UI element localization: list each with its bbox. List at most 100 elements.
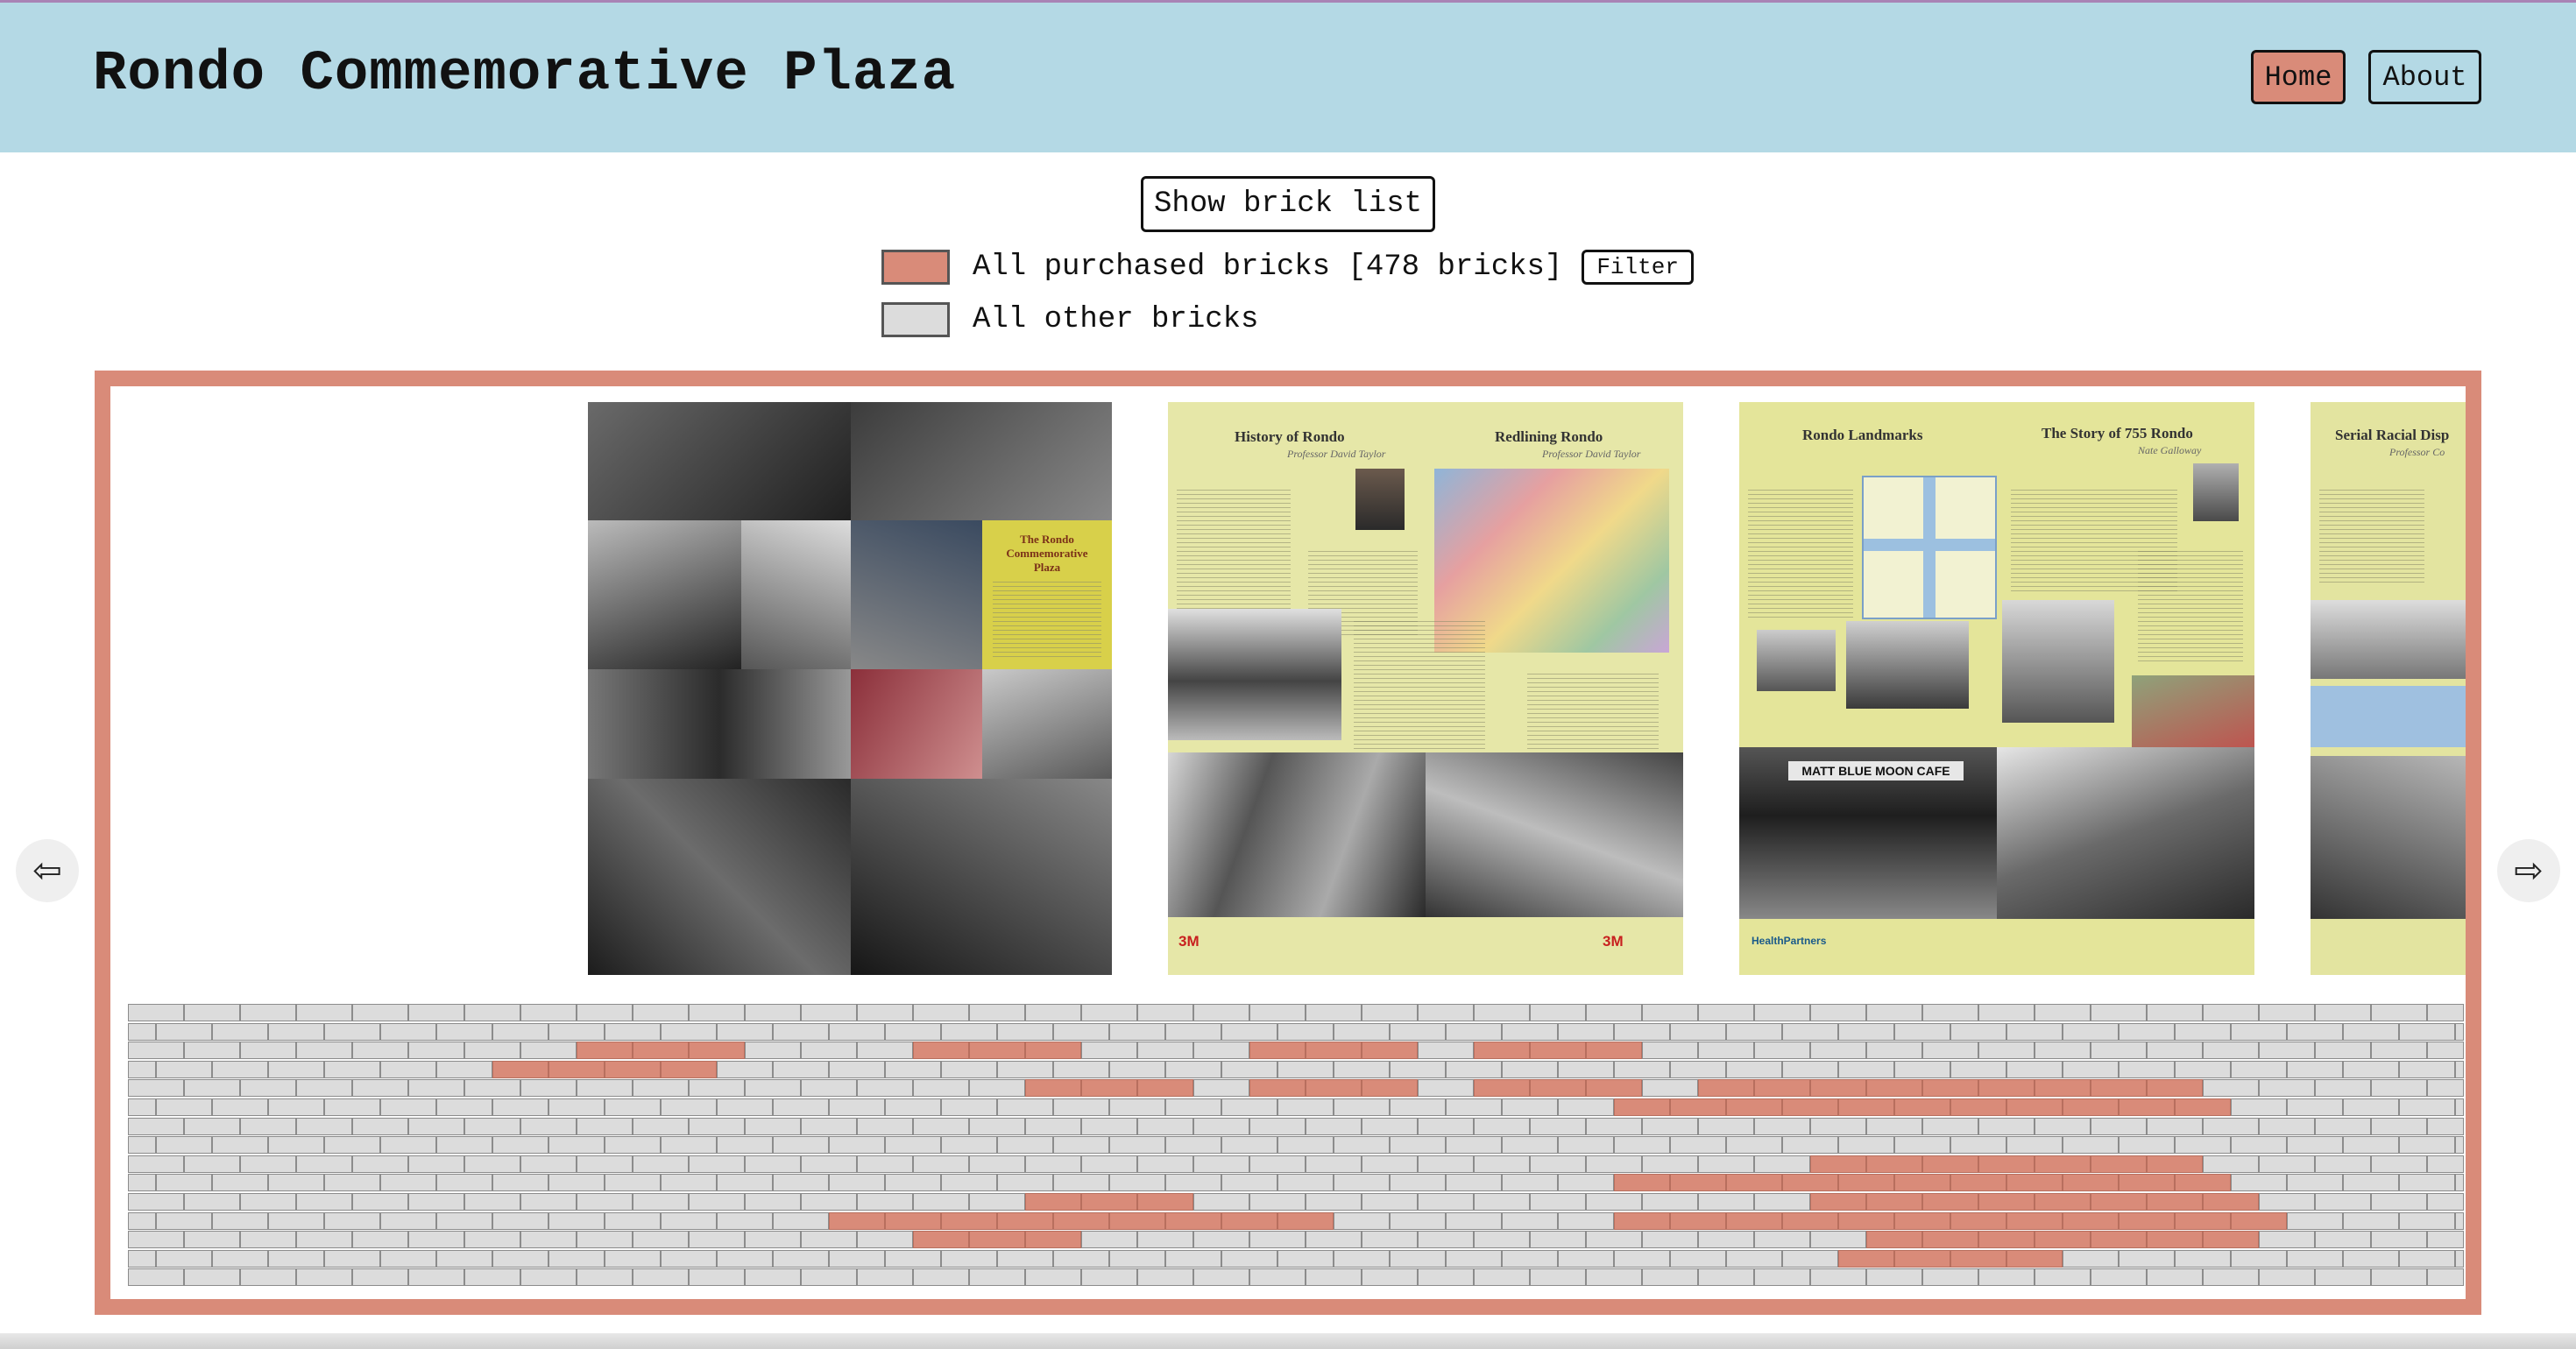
brick[interactable] <box>268 1211 324 1230</box>
brick[interactable] <box>2315 1231 2371 1249</box>
brick[interactable] <box>2427 1231 2464 1249</box>
brick[interactable] <box>2147 1268 2203 1287</box>
brick[interactable] <box>1950 1060 2006 1078</box>
brick[interactable] <box>2203 1117 2259 1135</box>
brick[interactable] <box>2006 1249 2063 1268</box>
brick[interactable] <box>1165 1060 1221 1078</box>
brick[interactable] <box>2231 1136 2287 1155</box>
brick[interactable] <box>268 1249 324 1268</box>
brick-wall[interactable] <box>128 1004 2464 1287</box>
brick[interactable] <box>689 1117 745 1135</box>
brick[interactable] <box>857 1004 913 1021</box>
brick[interactable] <box>1670 1136 1726 1155</box>
brick[interactable] <box>2203 1193 2259 1211</box>
brick[interactable] <box>212 1022 268 1041</box>
brick[interactable] <box>1502 1098 1558 1116</box>
brick[interactable] <box>857 1042 913 1060</box>
brick[interactable] <box>2175 1060 2231 1078</box>
brick[interactable] <box>2287 1098 2343 1116</box>
brick[interactable] <box>1053 1136 1109 1155</box>
brick[interactable] <box>1418 1117 1474 1135</box>
brick[interactable] <box>2231 1022 2287 1041</box>
brick[interactable] <box>2091 1155 2147 1173</box>
brick[interactable] <box>969 1155 1025 1173</box>
brick[interactable] <box>520 1268 577 1287</box>
brick[interactable] <box>1109 1136 1165 1155</box>
brick[interactable] <box>661 1249 717 1268</box>
brick[interactable] <box>885 1174 941 1192</box>
brick[interactable] <box>913 1042 969 1060</box>
brick[interactable] <box>2091 1042 2147 1060</box>
brick[interactable] <box>2035 1042 2091 1060</box>
brick[interactable] <box>184 1231 240 1249</box>
brick[interactable] <box>605 1249 661 1268</box>
brick[interactable] <box>1474 1004 1530 1021</box>
brick[interactable] <box>324 1098 380 1116</box>
brick[interactable] <box>2175 1174 2231 1192</box>
brick[interactable] <box>1165 1022 1221 1041</box>
brick[interactable] <box>773 1022 829 1041</box>
brick[interactable] <box>1642 1004 1698 1021</box>
brick[interactable] <box>1670 1060 1726 1078</box>
brick[interactable] <box>1193 1004 1249 1021</box>
brick[interactable] <box>2259 1117 2315 1135</box>
brick[interactable] <box>1277 1211 1334 1230</box>
brick[interactable] <box>2315 1042 2371 1060</box>
brick[interactable] <box>1922 1155 1978 1173</box>
filter-button[interactable]: Filter <box>1582 250 1694 285</box>
brick[interactable] <box>2119 1211 2175 1230</box>
brick[interactable] <box>1782 1022 1838 1041</box>
brick[interactable] <box>1530 1155 1586 1173</box>
brick[interactable] <box>296 1231 352 1249</box>
brick[interactable] <box>1221 1174 1277 1192</box>
brick[interactable] <box>1894 1136 1950 1155</box>
brick[interactable] <box>2427 1193 2464 1211</box>
brick[interactable] <box>2287 1136 2343 1155</box>
brick[interactable] <box>1810 1193 1866 1211</box>
brick[interactable] <box>2455 1211 2464 1230</box>
brick[interactable] <box>128 1117 184 1135</box>
brick[interactable] <box>1446 1022 1502 1041</box>
brick[interactable] <box>2399 1249 2455 1268</box>
brick[interactable] <box>380 1022 436 1041</box>
brick[interactable] <box>2259 1155 2315 1173</box>
brick[interactable] <box>1978 1193 2035 1211</box>
brick[interactable] <box>885 1060 941 1078</box>
brick[interactable] <box>1306 1231 1362 1249</box>
brick[interactable] <box>1137 1268 1193 1287</box>
brick[interactable] <box>2343 1211 2399 1230</box>
brick[interactable] <box>352 1117 408 1135</box>
brick[interactable] <box>1978 1117 2035 1135</box>
brick[interactable] <box>2259 1004 2315 1021</box>
brick[interactable] <box>2063 1098 2119 1116</box>
brick[interactable] <box>156 1136 212 1155</box>
brick[interactable] <box>2343 1060 2399 1078</box>
brick[interactable] <box>1586 1079 1642 1098</box>
brick[interactable] <box>1838 1060 1894 1078</box>
brick[interactable] <box>1670 1211 1726 1230</box>
brick[interactable] <box>1165 1136 1221 1155</box>
brick[interactable] <box>1922 1004 1978 1021</box>
brick[interactable] <box>2006 1098 2063 1116</box>
brick[interactable] <box>408 1042 464 1060</box>
brick[interactable] <box>2035 1155 2091 1173</box>
brick[interactable] <box>997 1022 1053 1041</box>
brick[interactable] <box>156 1249 212 1268</box>
brick[interactable] <box>1614 1136 1670 1155</box>
brick[interactable] <box>1025 1193 1081 1211</box>
brick[interactable] <box>1446 1060 1502 1078</box>
brick[interactable] <box>1754 1042 1810 1060</box>
brick[interactable] <box>801 1042 857 1060</box>
brick[interactable] <box>801 1004 857 1021</box>
brick[interactable] <box>2203 1155 2259 1173</box>
brick[interactable] <box>1558 1098 1614 1116</box>
brick[interactable] <box>2399 1022 2455 1041</box>
brick[interactable] <box>1922 1042 1978 1060</box>
brick[interactable] <box>1726 1060 1782 1078</box>
brick[interactable] <box>633 1079 689 1098</box>
brick[interactable] <box>1418 1155 1474 1173</box>
brick[interactable] <box>2315 1079 2371 1098</box>
brick[interactable] <box>1558 1060 1614 1078</box>
brick[interactable] <box>268 1022 324 1041</box>
brick[interactable] <box>1810 1155 1866 1173</box>
